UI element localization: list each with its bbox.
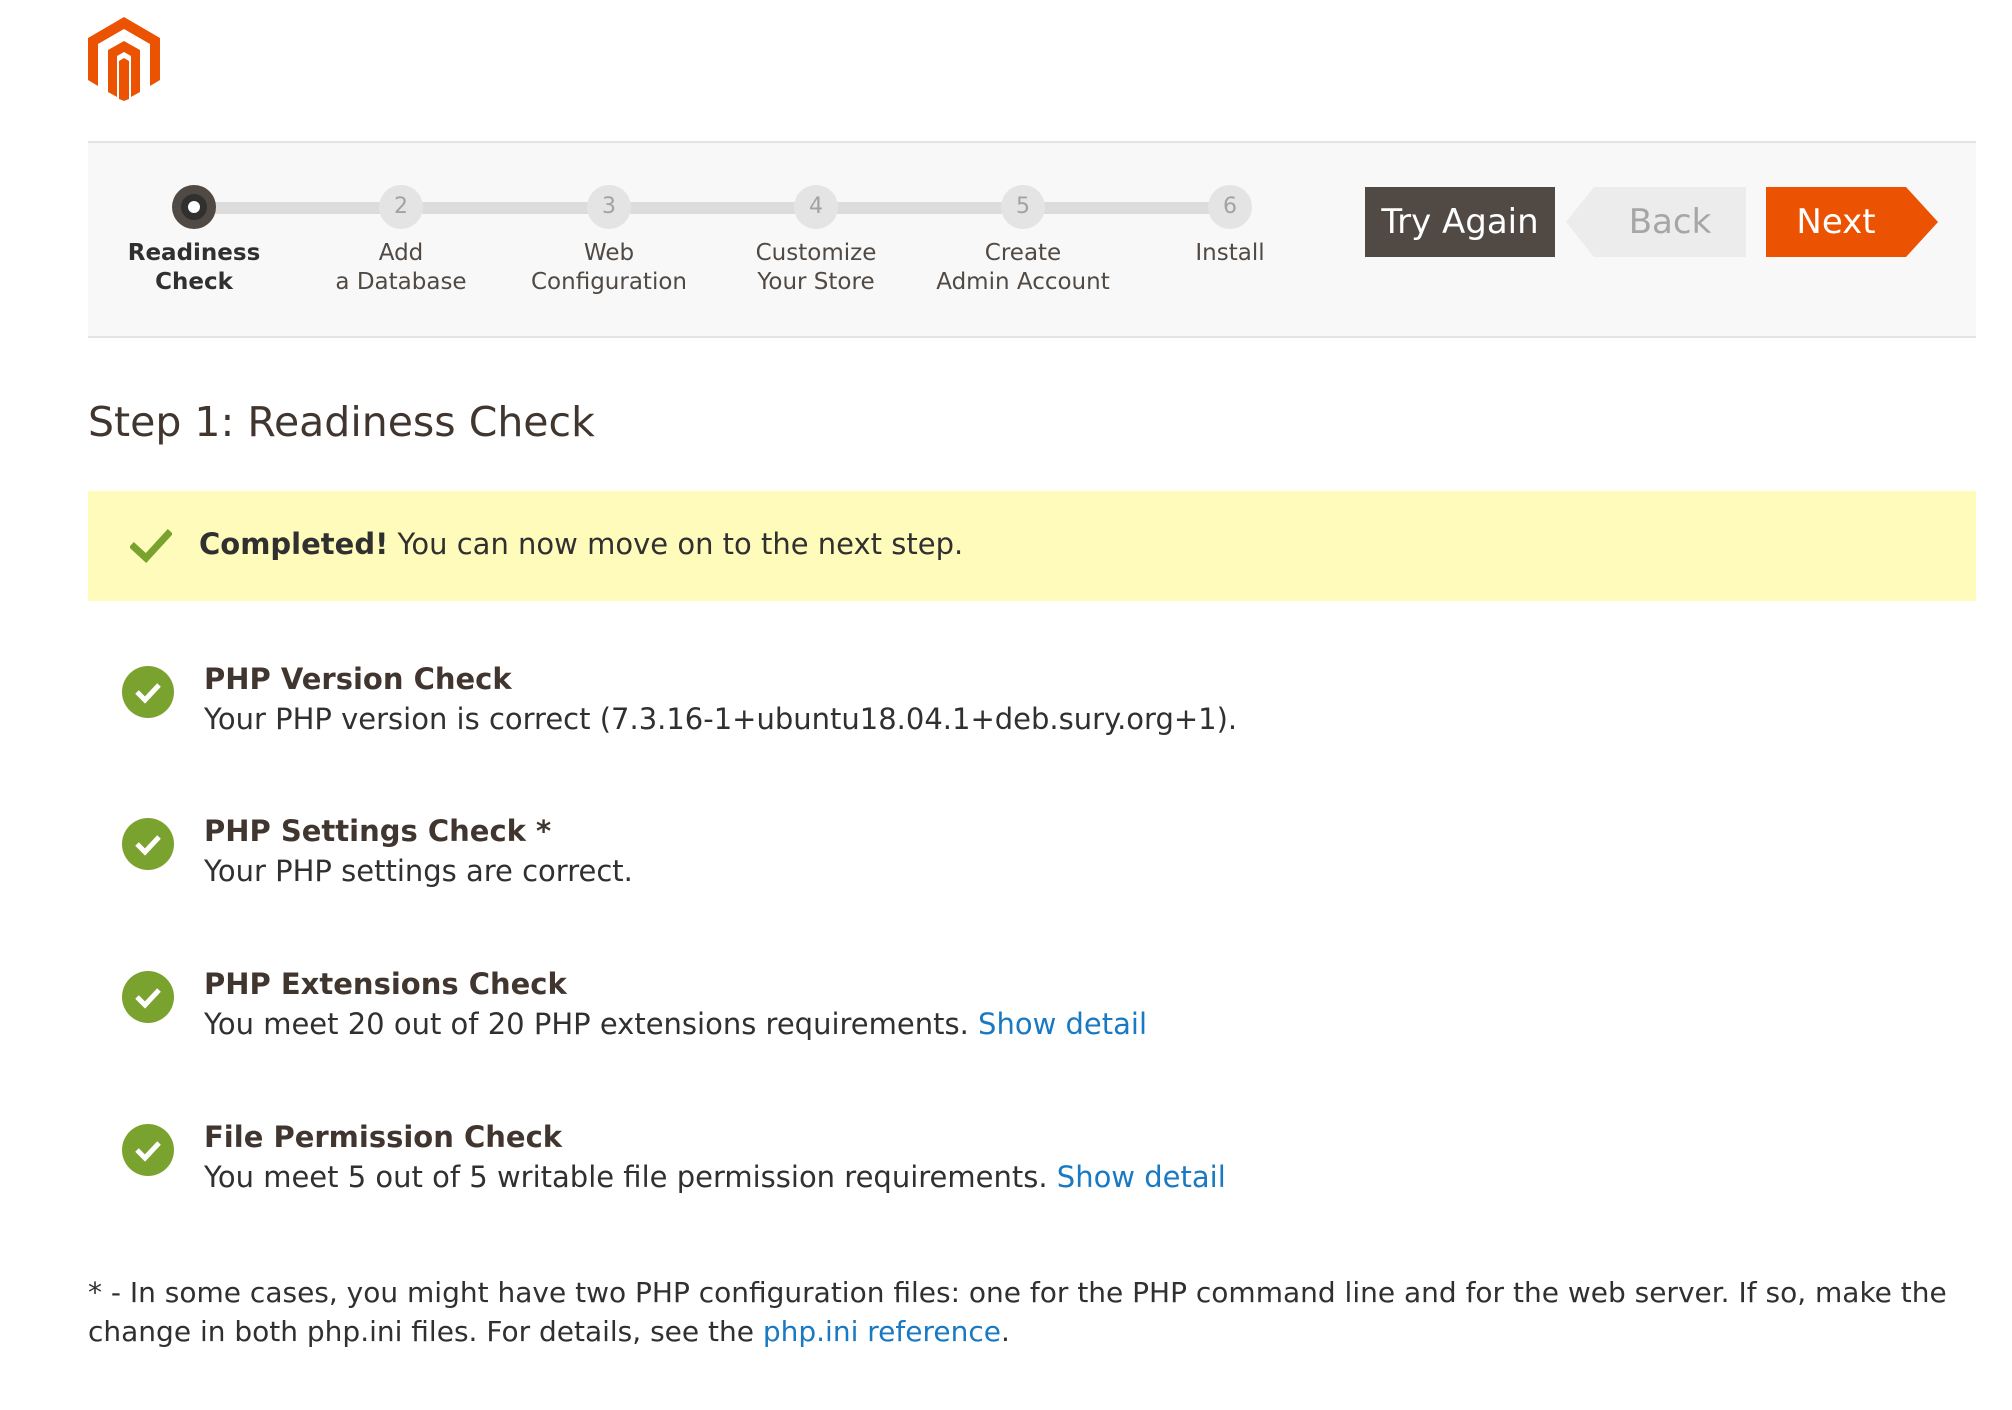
check-title: File Permission Check <box>204 1120 563 1154</box>
show-detail-link[interactable]: Show detail <box>1057 1160 1226 1194</box>
check-title: PHP Settings Check * <box>204 814 552 848</box>
step-label: Install <box>1195 240 1265 266</box>
php-ini-reference-link[interactable]: php.ini reference <box>763 1315 1001 1348</box>
step-indicator-active <box>172 185 216 229</box>
step-label: Create Admin Account <box>936 240 1110 295</box>
step-create-admin-account: 5 Create Admin Account <box>923 185 1123 297</box>
step-label: Customize Your Store <box>755 240 877 295</box>
success-check-icon <box>122 666 174 718</box>
check-description: You meet 20 out of 20 PHP extensions req… <box>204 1007 979 1041</box>
step-label: Web Configuration <box>531 240 687 295</box>
step-number: 4 <box>794 185 838 229</box>
footnote: * - In some cases, you might have two PH… <box>88 1273 1968 1351</box>
magento-logo <box>88 17 160 101</box>
check-description-line: You meet 5 out of 5 writable file permis… <box>204 1160 1226 1194</box>
check-title: PHP Version Check <box>204 662 512 696</box>
next-button[interactable]: Next <box>1766 187 1938 257</box>
step-readiness-check: Readiness Check <box>94 185 294 297</box>
step-customize-store: 4 Customize Your Store <box>716 185 916 297</box>
step-add-database: 2 Add a Database <box>301 185 501 297</box>
check-description: Your PHP version is correct (7.3.16-1+ub… <box>204 702 1238 736</box>
step-number: 2 <box>379 185 423 229</box>
back-button[interactable]: Back <box>1566 187 1746 257</box>
check-description: You meet 5 out of 5 writable file permis… <box>204 1160 1057 1194</box>
step-label: Add a Database <box>335 240 467 295</box>
page-title: Step 1: Readiness Check <box>88 398 595 446</box>
notice-strong: Completed! <box>199 527 389 561</box>
checkmark-icon <box>130 529 172 563</box>
success-check-icon <box>122 971 174 1023</box>
check-description: Your PHP settings are correct. <box>204 854 633 888</box>
footnote-end: . <box>1000 1315 1010 1348</box>
success-check-icon <box>122 1124 174 1176</box>
check-title: PHP Extensions Check <box>204 967 567 1001</box>
notice-text: You can now move on to the next step. <box>388 527 964 561</box>
step-number: 5 <box>1001 185 1045 229</box>
try-again-button[interactable]: Try Again <box>1365 187 1555 257</box>
success-check-icon <box>122 818 174 870</box>
success-notice: Completed! You can now move on to the ne… <box>88 491 1976 601</box>
step-number: 3 <box>587 185 631 229</box>
step-number: 6 <box>1208 185 1252 229</box>
step-web-configuration: 3 Web Configuration <box>509 185 709 297</box>
footnote-text: * - In some cases, you might have two PH… <box>88 1276 1947 1348</box>
step-label: Readiness Check <box>127 240 261 295</box>
step-install: 6 Install <box>1130 185 1330 268</box>
check-description-line: You meet 20 out of 20 PHP extensions req… <box>204 1007 1147 1041</box>
notice-message: Completed! You can now move on to the ne… <box>199 527 963 561</box>
show-detail-link[interactable]: Show detail <box>978 1007 1147 1041</box>
